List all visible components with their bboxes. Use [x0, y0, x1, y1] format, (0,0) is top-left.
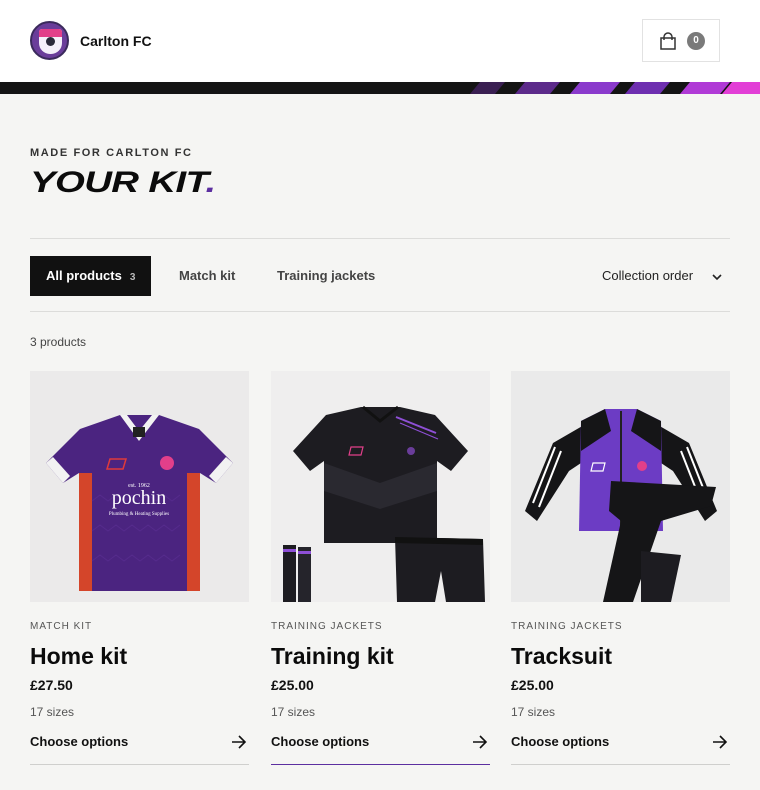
club-crest-logo[interactable] — [30, 21, 69, 60]
tab-training-jackets[interactable]: Training jackets — [277, 256, 375, 296]
card-underline — [30, 764, 249, 765]
card-underline — [511, 764, 730, 765]
page-title: YOUR KIT. — [30, 166, 216, 200]
product-name[interactable]: Tracksuit — [511, 643, 612, 670]
product-sizes: 17 sizes — [511, 705, 556, 719]
brand-stripe — [0, 82, 760, 94]
cart-count-badge: 0 — [687, 32, 705, 50]
tab-count: 3 — [129, 272, 136, 283]
sponsor-name: pochin — [112, 487, 166, 509]
arrow-right-icon[interactable] — [472, 735, 488, 749]
product-category: TRAINING JACKETS — [511, 621, 623, 632]
tab-label: All products — [46, 268, 122, 283]
product-sizes: 17 sizes — [30, 705, 75, 719]
product-card-tracksuit[interactable]: TRAINING JACKETS Tracksuit £25.00 17 siz… — [511, 371, 730, 767]
product-price: £25.00 — [271, 677, 314, 693]
product-price: £25.00 — [511, 677, 554, 693]
tab-match-kit[interactable]: Match kit — [179, 256, 235, 296]
choose-options-link[interactable]: Choose options — [511, 734, 609, 749]
divider — [30, 238, 730, 239]
product-card-training-kit[interactable]: TRAINING JACKETS Training kit £25.00 17 … — [271, 371, 490, 767]
site-header: Carlton FC 0 — [0, 0, 760, 82]
product-category: TRAINING JACKETS — [271, 621, 383, 632]
result-count: 3 products — [30, 335, 87, 349]
page-eyebrow: MADE FOR CARLTON FC — [30, 147, 193, 159]
tab-all-products[interactable]: All products 3 — [30, 256, 152, 296]
product-image[interactable] — [271, 371, 490, 602]
choose-options-link[interactable]: Choose options — [271, 734, 369, 749]
product-category: MATCH KIT — [30, 621, 93, 632]
product-sizes: 17 sizes — [271, 705, 316, 719]
sponsor-tagline: Plumbing & Heating Supplies — [109, 512, 169, 517]
product-name[interactable]: Training kit — [271, 643, 394, 670]
arrow-right-icon[interactable] — [712, 735, 728, 749]
product-image[interactable]: est. 1962 pochin Plumbing & Heating Supp… — [30, 371, 249, 602]
product-price: £27.50 — [30, 677, 73, 693]
product-card-home-kit[interactable]: est. 1962 pochin Plumbing & Heating Supp… — [30, 371, 249, 767]
club-name[interactable]: Carlton FC — [80, 33, 152, 49]
cart-button[interactable]: 0 — [642, 19, 720, 62]
product-image[interactable] — [511, 371, 730, 602]
product-name[interactable]: Home kit — [30, 643, 127, 670]
card-underline-active — [271, 764, 490, 765]
page-title-text: YOUR KIT — [30, 166, 206, 199]
sort-select[interactable]: Collection order — [602, 268, 693, 283]
choose-options-link[interactable]: Choose options — [30, 734, 128, 749]
arrow-right-icon[interactable] — [231, 735, 247, 749]
chevron-down-icon[interactable] — [712, 272, 722, 282]
shopping-bag-icon — [660, 32, 676, 50]
page-title-dot: . — [205, 166, 217, 199]
divider — [30, 311, 730, 312]
